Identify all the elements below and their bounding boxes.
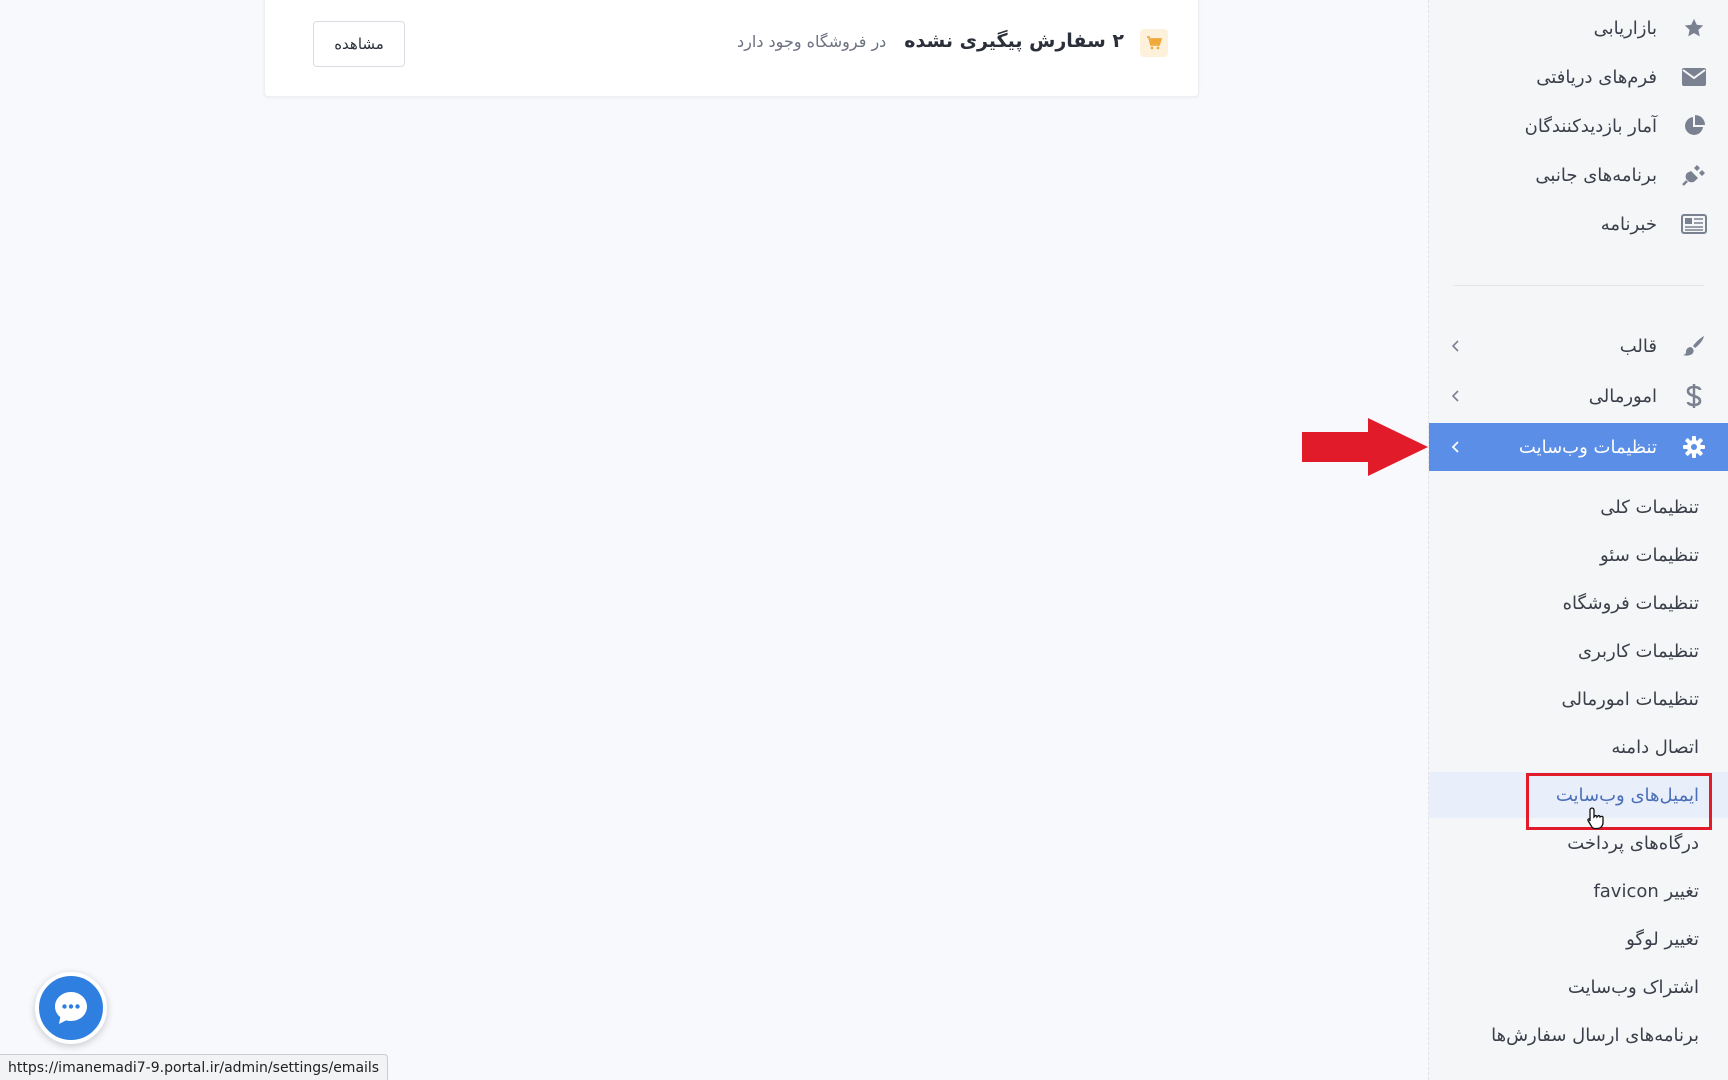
sidebar-item-label: آمار بازدیدکنندگان (1524, 115, 1657, 137)
sidebar-item-label: قالب (1619, 335, 1657, 357)
sidebar-item-label: برنامه‌های جانبی (1535, 164, 1657, 186)
sidebar-item-finance[interactable]: امورمالی (1429, 372, 1728, 420)
pie-chart-icon (1681, 113, 1707, 139)
sidebar-subitem-finance-settings[interactable]: تنظیمات امورمالی (1429, 676, 1728, 722)
sidebar-item-label: امورمالی (1588, 385, 1657, 407)
sidebar-subitem-label: برنامه‌های ارسال سفارش‌ها (1491, 1024, 1699, 1046)
sidebar-item-label: فرم‌های دریافتی (1536, 66, 1657, 88)
admin-sidebar: بازاریابی فرم‌های دریافتی آمار بازدیدکنن… (1428, 0, 1728, 1080)
sidebar-subitem-label: تنظیمات فروشگاه (1562, 592, 1699, 614)
sidebar-item-label: خبرنامه (1600, 213, 1657, 235)
dollar-icon (1681, 383, 1707, 409)
sidebar-subitem-label: اتصال دامنه (1611, 736, 1699, 758)
sidebar-divider (1453, 285, 1704, 286)
newspaper-icon (1681, 211, 1707, 237)
sidebar-item-addons[interactable]: برنامه‌های جانبی (1429, 151, 1728, 199)
sidebar-subitem-label: تنظیمات سئو (1599, 544, 1699, 566)
unfollowed-orders-notice: ۲ سفارش پیگیری نشده در فروشگاه وجود دارد… (264, 0, 1199, 97)
sidebar-item-theme[interactable]: قالب (1429, 322, 1728, 370)
sidebar-subitem-label: تنظیمات امورمالی (1561, 688, 1699, 710)
sidebar-item-newsletter[interactable]: خبرنامه (1429, 200, 1728, 248)
unfollowed-orders-count: ۲ سفارش پیگیری نشده (904, 30, 1124, 52)
main-content: ۲ سفارش پیگیری نشده در فروشگاه وجود دارد… (0, 0, 1428, 1080)
sidebar-item-received-forms[interactable]: فرم‌های دریافتی (1429, 53, 1728, 101)
sidebar-subitem-label: تنظیمات کاربری (1578, 640, 1699, 662)
sidebar-subitem-website-subscription[interactable]: اشتراک وب‌سایت (1429, 964, 1728, 1010)
sidebar-item-website-settings[interactable]: تنظیمات وب‌سایت (1429, 423, 1728, 471)
cart-icon (1140, 29, 1168, 57)
sidebar-subitem-label: تنظیمات کلی (1600, 496, 1699, 518)
chevron-left-icon (1449, 441, 1461, 453)
sidebar-subitem-change-logo[interactable]: تغییر لوگو (1429, 916, 1728, 962)
sidebar-item-marketing[interactable]: بازاریابی (1429, 4, 1728, 52)
hand-cursor-icon (1587, 807, 1604, 830)
plug-icon (1681, 162, 1707, 188)
brush-icon (1681, 333, 1707, 359)
view-button[interactable]: مشاهده (313, 21, 405, 67)
chat-support-button[interactable] (35, 972, 107, 1044)
sidebar-subitem-shipping-apps[interactable]: برنامه‌های ارسال سفارش‌ها (1429, 1012, 1728, 1058)
sidebar-subitem-store-settings[interactable]: تنظیمات فروشگاه (1429, 580, 1728, 626)
gear-icon (1681, 434, 1707, 460)
sidebar-subitem-seo-settings[interactable]: تنظیمات سئو (1429, 532, 1728, 578)
sidebar-subitem-connect-domain[interactable]: اتصال دامنه (1429, 724, 1728, 770)
sidebar-item-label: بازاریابی (1593, 17, 1657, 39)
sidebar-subitem-change-favicon[interactable]: تغییر favicon (1429, 868, 1728, 914)
annotation-highlight-box (1526, 773, 1712, 830)
chevron-left-icon (1449, 340, 1461, 352)
star-icon (1681, 15, 1707, 41)
chevron-left-icon (1449, 390, 1461, 402)
sidebar-subitem-label: تغییر لوگو (1626, 928, 1699, 950)
sidebar-item-visitor-stats[interactable]: آمار بازدیدکنندگان (1429, 102, 1728, 150)
sidebar-subitem-label: اشتراک وب‌سایت (1567, 976, 1699, 998)
annotation-arrow (1302, 418, 1428, 476)
sidebar-subitem-label: درگاه‌های پرداخت (1567, 832, 1699, 854)
sidebar-subitem-general-settings[interactable]: تنظیمات کلی (1429, 484, 1728, 530)
sidebar-item-label: تنظیمات وب‌سایت (1518, 436, 1657, 458)
sidebar-subitem-user-settings[interactable]: تنظیمات کاربری (1429, 628, 1728, 674)
notice-description: در فروشگاه وجود دارد (737, 31, 887, 51)
envelope-icon (1681, 64, 1707, 90)
sidebar-subitem-label: تغییر favicon (1593, 880, 1699, 902)
browser-status-url: https://imanemadi7-9.portal.ir/admin/set… (0, 1054, 389, 1080)
chat-bubble-icon (55, 992, 87, 1024)
